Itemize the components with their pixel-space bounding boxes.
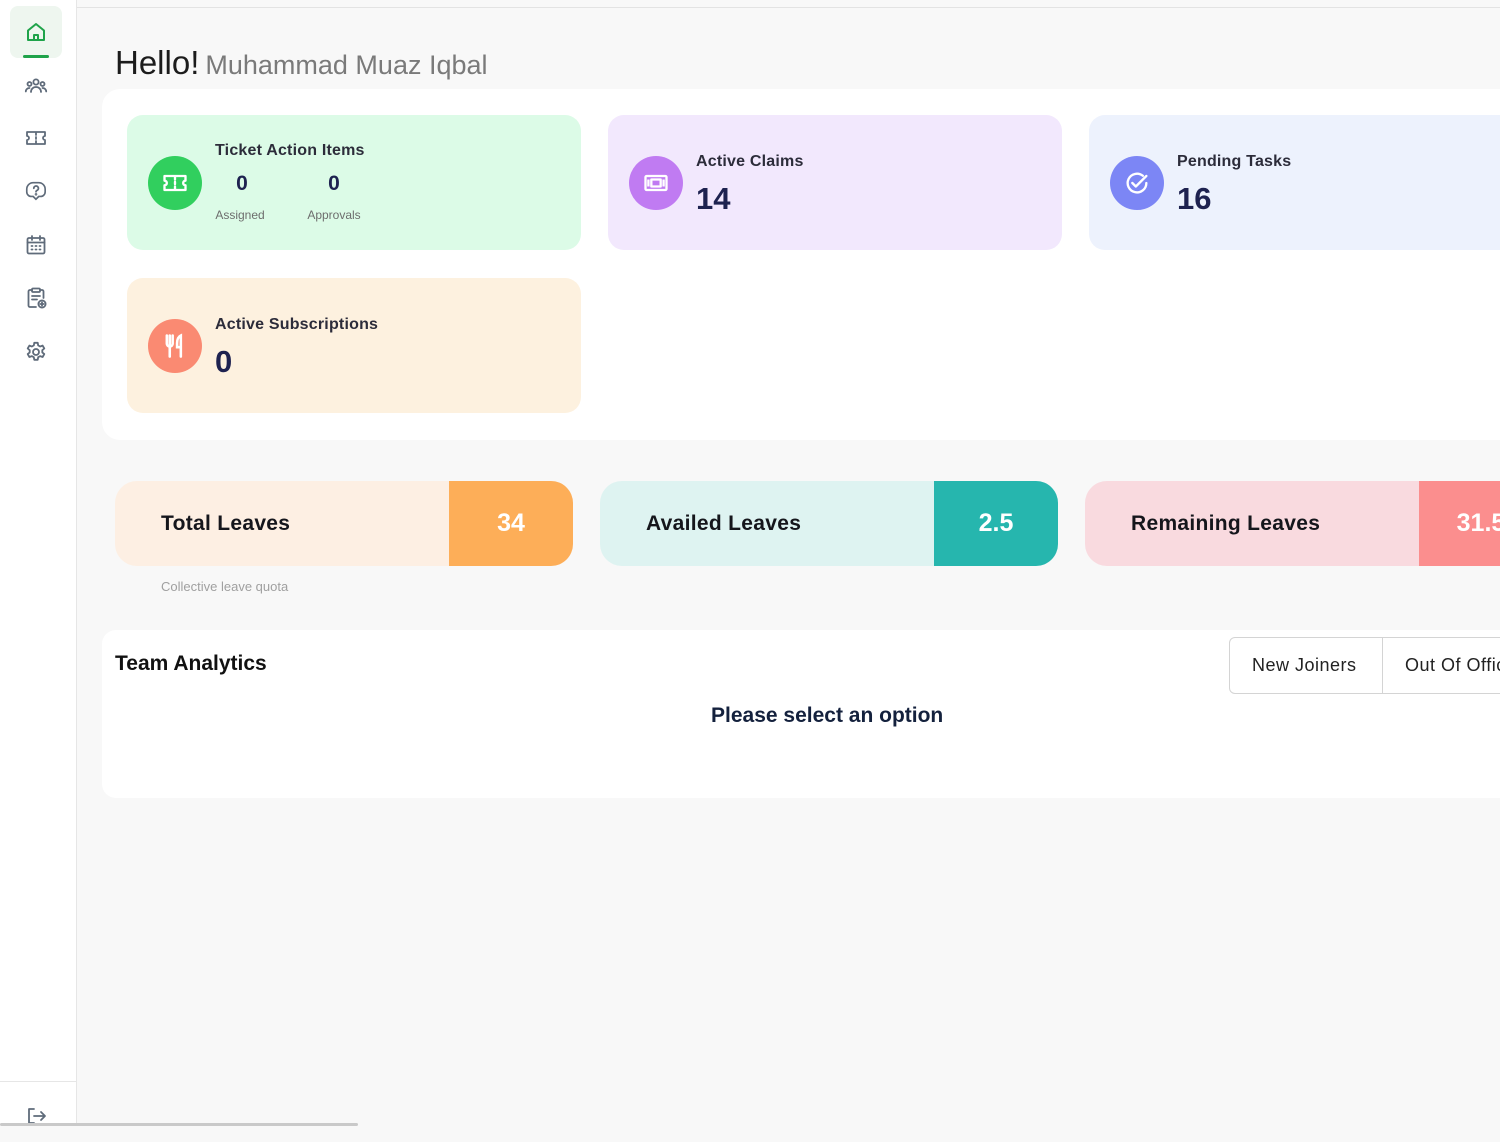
header-divider (77, 7, 1500, 8)
sidebar-item-team[interactable] (10, 60, 62, 112)
leave-caption: Collective leave quota (161, 579, 289, 594)
sidebar (0, 0, 77, 1126)
new-joiners-button[interactable]: New Joiners (1252, 638, 1357, 693)
ticket-icon-badge (148, 156, 202, 210)
stat-title: Active Claims (696, 153, 804, 170)
availed-leaves-card: Availed Leaves 2.5 (600, 481, 1058, 566)
fork-knife-icon (165, 333, 183, 358)
total-leaves-card: Total Leaves 34 (115, 481, 573, 566)
remaining-leaves-card: Remaining Leaves 31.5 (1085, 481, 1500, 566)
remaining-leaves-value: 31.5 (1419, 481, 1500, 566)
active-subscriptions-card[interactable]: Active Subscriptions 0 (127, 278, 581, 413)
team-icon (24, 78, 48, 93)
sidebar-item-settings[interactable] (10, 326, 62, 378)
team-analytics-title: Team Analytics (115, 652, 267, 675)
greeting-hello: Hello! (115, 44, 200, 81)
analytics-empty-message: Please select an option (711, 704, 944, 727)
stat-title: Pending Tasks (1177, 153, 1292, 170)
approvals-label: Approvals (307, 208, 361, 222)
analytics-option-group: New Joiners Out Of Office (1229, 637, 1500, 694)
settings-icon (26, 341, 46, 361)
logout-button[interactable] (10, 1090, 62, 1142)
fork-knife-icon-badge (148, 319, 202, 373)
pending-tasks-count: 16 (1177, 181, 1212, 216)
clipboard-add-icon (27, 287, 47, 309)
sidebar-item-home[interactable] (10, 6, 62, 58)
segment-divider (1382, 638, 1383, 693)
assigned-count: 0 (236, 172, 248, 195)
out-of-office-button[interactable]: Out Of Office (1405, 638, 1500, 693)
active-claims-card[interactable]: Active Claims 14 (608, 115, 1062, 250)
calendar-icon (26, 235, 46, 255)
active-subscriptions-count: 0 (215, 344, 233, 379)
sidebar-item-help[interactable] (10, 165, 62, 217)
remaining-leaves-label: Remaining Leaves (1131, 512, 1321, 535)
sidebar-divider (0, 1081, 76, 1082)
ticket-icon (26, 131, 46, 145)
assigned-label: Assigned (215, 208, 265, 222)
receipt-icon-badge (629, 156, 683, 210)
total-leaves-value: 34 (449, 481, 573, 566)
approvals-count: 0 (328, 172, 340, 195)
ticket-action-items-card[interactable]: Ticket Action Items 0 Assigned 0 Approva… (127, 115, 581, 250)
check-icon-badge (1110, 156, 1164, 210)
receipt-icon (644, 174, 668, 192)
sidebar-item-tickets[interactable] (10, 112, 62, 164)
stat-title: Active Subscriptions (215, 316, 379, 333)
user-name: Muhammad Muaz Iqbal (205, 50, 488, 80)
availed-leaves-value: 2.5 (934, 481, 1058, 566)
help-icon (25, 181, 46, 201)
stat-title: Ticket Action Items (215, 142, 365, 159)
sidebar-item-calendar[interactable] (10, 219, 62, 271)
check-circle-icon (1126, 172, 1148, 194)
pending-tasks-card[interactable]: Pending Tasks 16 (1089, 115, 1500, 250)
active-indicator (23, 55, 49, 58)
total-leaves-label: Total Leaves (161, 512, 291, 535)
ticket-icon (163, 174, 187, 192)
home-icon (27, 23, 45, 41)
availed-leaves-label: Availed Leaves (646, 512, 802, 535)
active-claims-count: 14 (696, 181, 731, 216)
sidebar-item-requests[interactable] (10, 272, 62, 324)
page-greeting: Hello! Muhammad Muaz Iqbal (115, 44, 488, 82)
